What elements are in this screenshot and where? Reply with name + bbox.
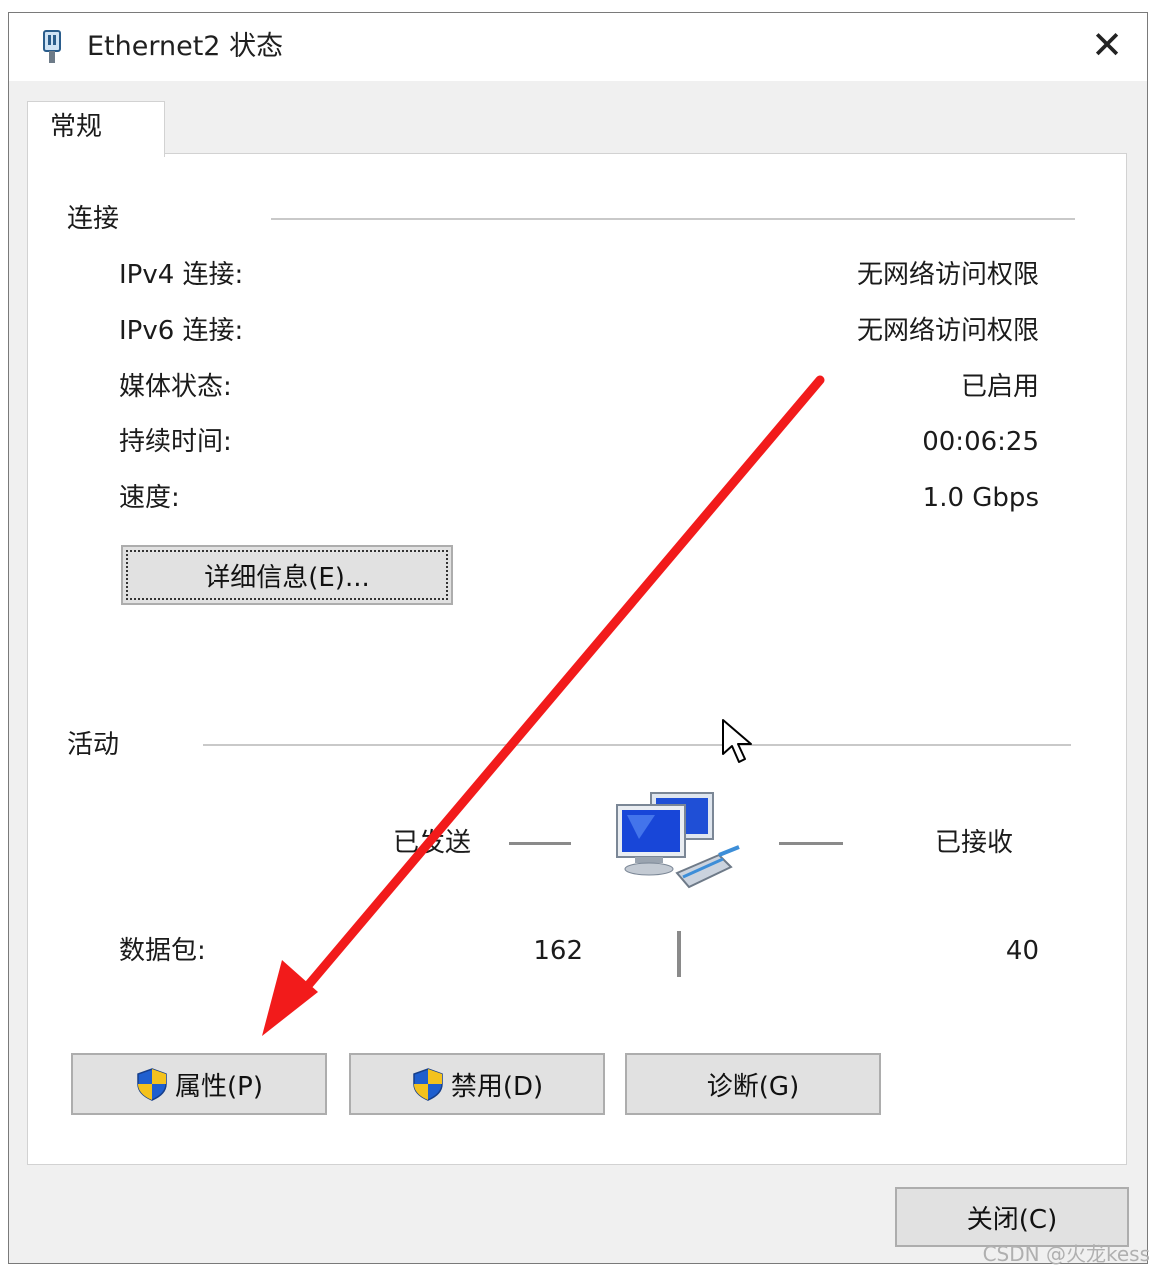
watermark: CSDN @火龙kess [982, 1242, 1150, 1266]
tab-general[interactable]: 常规 [27, 101, 165, 157]
annotation-arrow [262, 375, 825, 1036]
